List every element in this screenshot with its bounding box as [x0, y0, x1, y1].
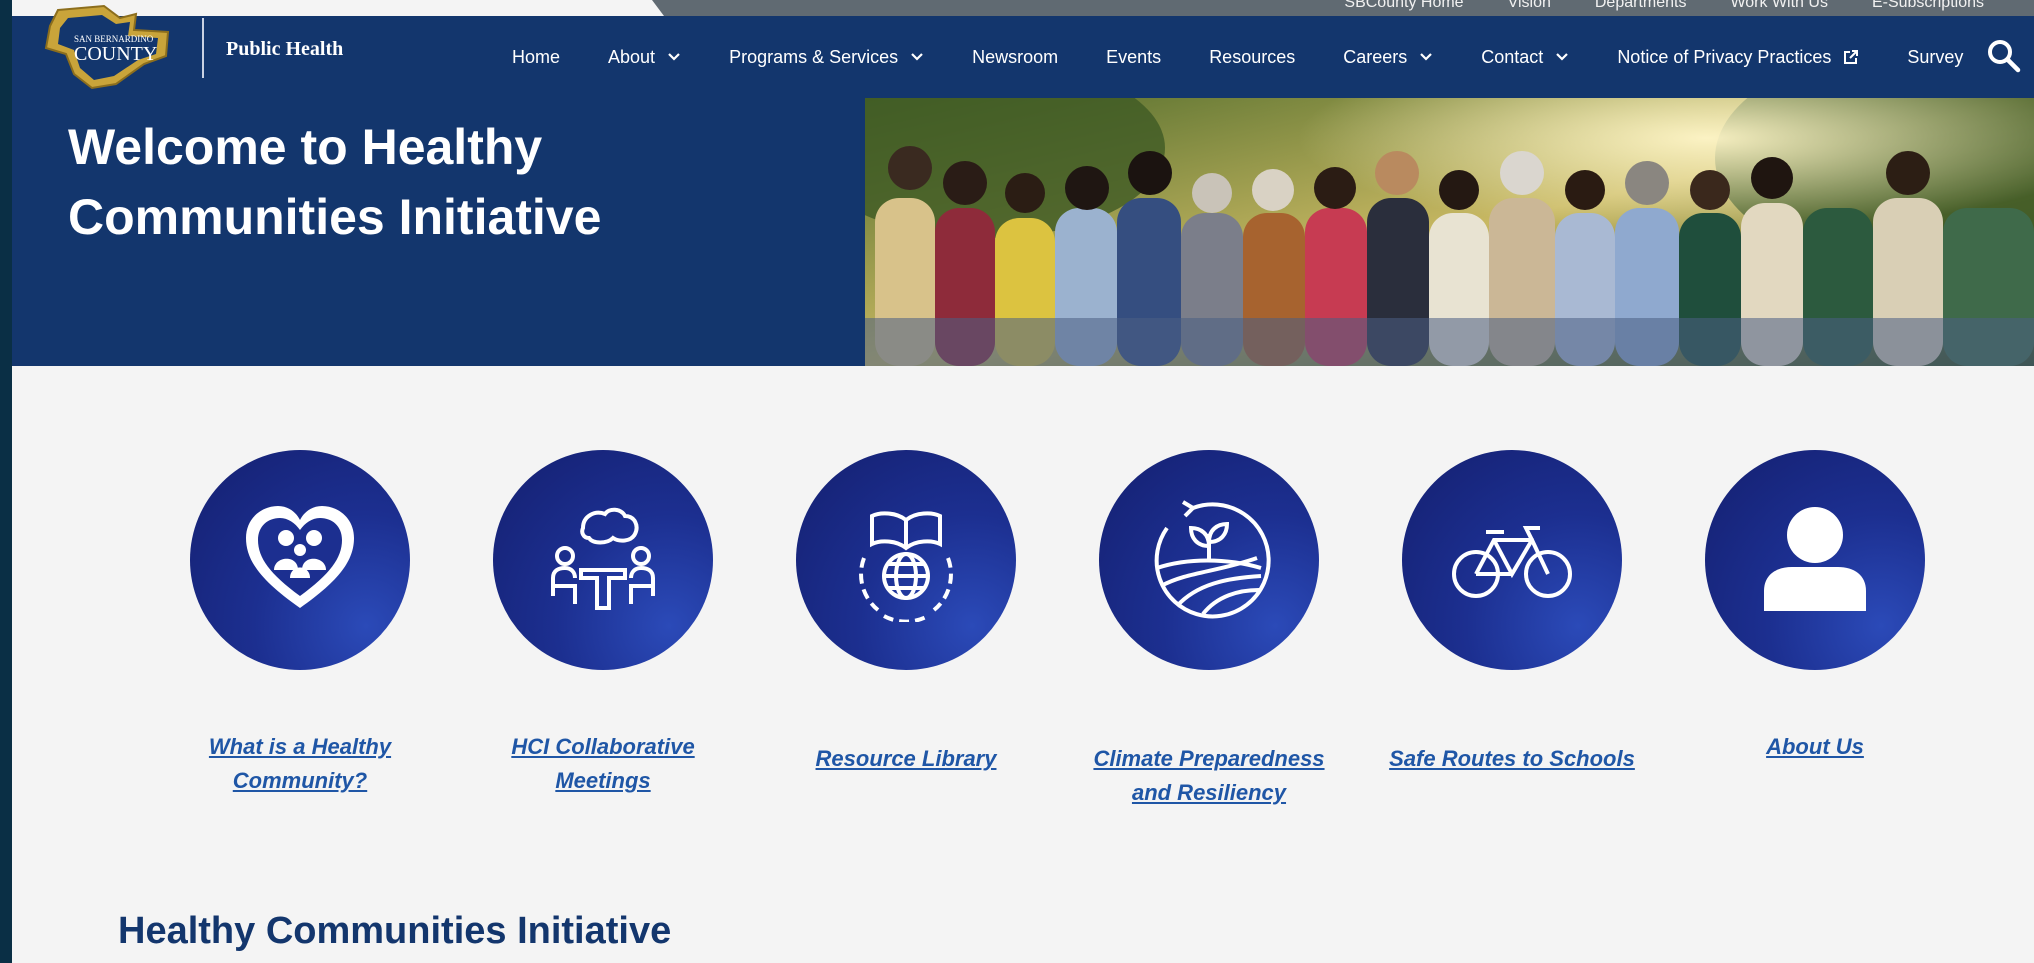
card-circle-hci-meetings[interactable] [493, 450, 713, 670]
heart-family-icon [246, 506, 354, 608]
site-header: SAN BERNARDINO COUNTY Public Health Home… [12, 4, 2034, 98]
card4-line1: Climate Preparedness [1093, 746, 1325, 771]
nav-resources[interactable]: Resources [1209, 47, 1295, 68]
section-title: Healthy Communities Initiative [118, 910, 672, 952]
card-link-about-us[interactable]: About Us [1685, 730, 1945, 764]
card6-line1: About Us [1766, 734, 1864, 759]
card-link-healthy-community[interactable]: What is a Healthy Community? [170, 730, 430, 798]
utility-link-work-with-us[interactable]: Work With Us [1730, 0, 1827, 11]
logo-line2: COUNTY [74, 43, 157, 65]
card-circle-healthy-community[interactable] [190, 450, 410, 670]
card-circle-climate-preparedness[interactable] [1099, 450, 1319, 670]
card-link-safe-routes[interactable]: Safe Routes to Schools [1382, 742, 1642, 776]
person-icon [1764, 507, 1866, 611]
sprout-field-icon [1154, 500, 1271, 619]
nav-home[interactable]: Home [512, 47, 560, 68]
card1-line2: Community? [232, 768, 368, 793]
utility-bar: SBCounty Home Vision Departments Work Wi… [652, 0, 2034, 16]
department-name[interactable]: Public Health [226, 38, 343, 61]
utility-link-sbcounty-home[interactable]: SBCounty Home [1344, 0, 1463, 11]
card-healthy-community: What is a Healthy Community? [170, 450, 430, 810]
card-link-resource-library[interactable]: Resource Library [776, 742, 1036, 776]
card1-line1: What is a Healthy [208, 734, 392, 759]
card5-line1: Safe Routes to Schools [1389, 746, 1635, 771]
main-nav: Home About Programs & Services Newsroom … [512, 44, 2011, 70]
card-about-us: About Us [1685, 450, 1945, 810]
card-link-hci-meetings[interactable]: HCI Collaborative Meetings [473, 730, 733, 798]
nav-privacy-label: Notice of Privacy Practices [1617, 46, 1832, 67]
globe-book-icon [859, 511, 953, 622]
card2-line1: HCI Collaborative [511, 734, 695, 759]
nav-careers-label: Careers [1343, 46, 1408, 67]
hero-photo-people-embracing [865, 98, 2034, 366]
bicycle-icon [1452, 526, 1572, 598]
county-logo[interactable]: SAN BERNARDINO COUNTY [36, 4, 196, 90]
external-link-icon [1844, 50, 1859, 64]
card-resource-library: Resource Library [776, 450, 1036, 810]
hero-title-line1: Welcome to Healthy [68, 119, 543, 175]
hero-banner: Welcome to Healthy Communities Initiativ… [12, 98, 2034, 366]
search-icon[interactable] [1986, 38, 2022, 74]
hero-title-line2: Communities Initiative [68, 189, 602, 245]
nav-programs-services[interactable]: Programs & Services [729, 47, 924, 68]
nav-programs-label: Programs & Services [729, 46, 899, 67]
card3-line1: Resource Library [815, 746, 997, 771]
nav-events-label: Events [1106, 46, 1162, 67]
nav-newsroom-label: Newsroom [972, 46, 1059, 67]
nav-careers[interactable]: Careers [1343, 47, 1433, 68]
utility-link-departments[interactable]: Departments [1595, 0, 1687, 11]
chevron-down-icon [668, 53, 680, 61]
card-hci-meetings: HCI Collaborative Meetings [473, 450, 733, 810]
nav-newsroom[interactable]: Newsroom [972, 47, 1058, 68]
card-safe-routes: Safe Routes to Schools [1382, 450, 1642, 810]
card-link-climate-preparedness[interactable]: Climate Preparedness and Resiliency [1079, 742, 1339, 810]
card-circle-resource-library[interactable] [796, 450, 1016, 670]
page: SBCounty Home Vision Departments Work Wi… [12, 0, 2034, 963]
card-climate-preparedness: Climate Preparedness and Resiliency [1079, 450, 1339, 810]
nav-resources-label: Resources [1209, 46, 1296, 67]
nav-events[interactable]: Events [1106, 47, 1161, 68]
card-circle-about-us[interactable] [1705, 450, 1925, 670]
card-circle-safe-routes[interactable] [1402, 450, 1622, 670]
nav-survey[interactable]: Survey [1907, 47, 1963, 68]
nav-contact-label: Contact [1481, 46, 1544, 67]
nav-contact[interactable]: Contact [1481, 47, 1569, 68]
card4-line2: and Resiliency [1131, 780, 1287, 805]
nav-survey-label: Survey [1907, 46, 1964, 67]
meeting-table-icon [551, 507, 655, 610]
nav-privacy-practices[interactable]: Notice of Privacy Practices [1617, 47, 1859, 68]
chevron-down-icon [1556, 53, 1569, 61]
utility-link-e-subscriptions[interactable]: E-Subscriptions [1872, 0, 1984, 11]
chevron-down-icon [911, 53, 923, 61]
hero-title: Welcome to Healthy Communities Initiativ… [68, 112, 668, 252]
chevron-down-icon [1420, 53, 1433, 61]
nav-about[interactable]: About [608, 47, 681, 68]
card2-line2: Meetings [555, 768, 651, 793]
utility-link-vision[interactable]: Vision [1508, 0, 1551, 11]
nav-about-label: About [608, 46, 656, 67]
header-divider [202, 18, 204, 78]
nav-home-label: Home [512, 46, 561, 67]
